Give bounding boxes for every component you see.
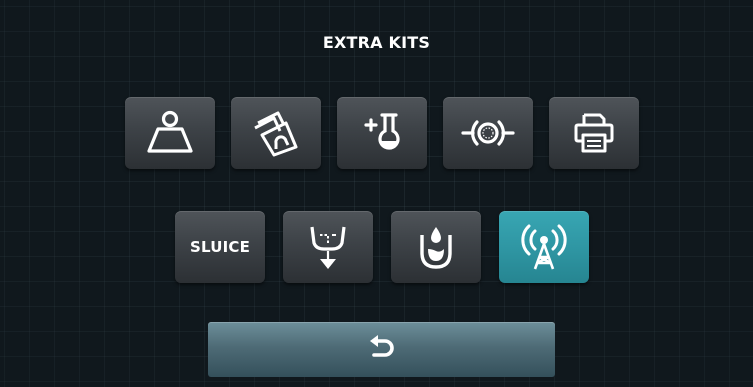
- water-drop-tank-icon: [420, 227, 452, 269]
- extra-kits-screen: EXTRA KITS SLUICE: [0, 0, 753, 387]
- tilting-drum-icon: [254, 111, 298, 157]
- add-detergent-icon: [364, 113, 400, 150]
- wireless-antenna-icon: [521, 224, 567, 270]
- weight-icon: [147, 110, 193, 153]
- printer-icon: [574, 113, 614, 153]
- pump-icon: [461, 120, 515, 146]
- tilting-kit-button[interactable]: [231, 97, 321, 169]
- wireless-kit-button[interactable]: [499, 211, 589, 283]
- water-kit-button[interactable]: [391, 211, 481, 283]
- return-arrow-icon: [369, 335, 394, 357]
- detergent-kit-button[interactable]: [337, 97, 427, 169]
- drain-funnel-icon: [310, 226, 346, 269]
- weight-kit-button[interactable]: [125, 97, 215, 169]
- sluice-kit-button[interactable]: SLUICE: [175, 211, 265, 283]
- sluice-label: SLUICE: [189, 238, 251, 256]
- pump-kit-button[interactable]: [443, 97, 533, 169]
- back-button[interactable]: [208, 322, 555, 377]
- printer-kit-button[interactable]: [549, 97, 639, 169]
- page-title: EXTRA KITS: [322, 33, 431, 52]
- drain-kit-button[interactable]: [283, 211, 373, 283]
